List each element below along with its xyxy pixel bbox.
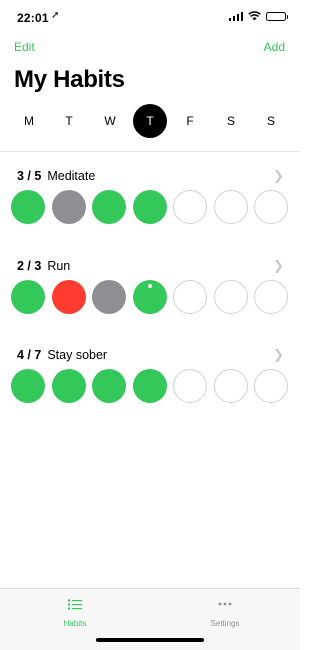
day-circle-sun-empty[interactable] <box>254 280 288 314</box>
day-wednesday[interactable]: W <box>93 104 127 138</box>
day-circle-sat-empty[interactable] <box>213 369 248 403</box>
edit-button[interactable]: Edit <box>14 40 35 54</box>
habit-row-meditate[interactable]: 3 / 5 Meditate ❯ <box>0 167 300 247</box>
day-circle-tue-done[interactable] <box>51 369 86 403</box>
day-selector: M T W T F S S <box>0 104 300 144</box>
day-tuesday[interactable]: T <box>52 104 86 138</box>
tab-habits[interactable]: Habits <box>35 597 115 628</box>
day-circle-mon-done[interactable] <box>11 369 45 403</box>
day-circle-wed-done[interactable] <box>92 190 126 224</box>
habit-row-run[interactable]: 2 / 3 Run ❯ <box>0 257 300 337</box>
day-circle-fri-empty[interactable] <box>173 369 207 403</box>
day-sunday[interactable]: S <box>254 104 288 138</box>
tab-habits-label: Habits <box>63 619 87 628</box>
habit-row-stay-sober[interactable]: 4 / 7 Stay sober ❯ <box>0 346 300 426</box>
habit-name: Stay sober <box>47 348 108 362</box>
day-circle-sat-empty[interactable] <box>213 190 248 224</box>
home-indicator <box>96 638 204 642</box>
day-circle-sat-empty[interactable] <box>213 280 248 314</box>
divider <box>0 151 300 152</box>
day-monday[interactable]: M <box>12 104 46 138</box>
status-bar: 22:01 ➚ <box>0 0 300 36</box>
day-circle-fri-empty[interactable] <box>173 190 207 224</box>
tab-settings-label: Settings <box>210 619 240 628</box>
chevron-right-icon[interactable]: ❯ <box>273 347 284 363</box>
day-thursday[interactable]: T <box>133 104 167 138</box>
day-circle-mon-done[interactable] <box>11 190 45 224</box>
ellipsis-icon <box>185 597 265 611</box>
day-circle-sun-empty[interactable] <box>254 190 288 224</box>
day-circle-sun-empty[interactable] <box>254 369 288 403</box>
habit-progress: 2 / 3 <box>17 259 42 273</box>
page-title: My Habits <box>14 66 125 93</box>
list-icon <box>35 597 115 611</box>
nav-bar: Edit Add <box>0 36 300 60</box>
day-circle-thu-done[interactable] <box>132 369 167 403</box>
day-circle-tue-fail[interactable] <box>51 280 86 314</box>
day-circle-thu-done[interactable] <box>132 280 167 314</box>
chevron-right-icon[interactable]: ❯ <box>273 168 284 184</box>
habit-name: Meditate <box>47 169 96 183</box>
habit-progress: 3 / 5 <box>17 169 42 183</box>
status-time: 22:01 <box>17 11 49 25</box>
day-circle-thu-done[interactable] <box>132 190 167 224</box>
day-friday[interactable]: F <box>173 104 207 138</box>
cellular-signal-icon <box>228 11 243 21</box>
day-circle-wed-skip[interactable] <box>92 280 126 314</box>
day-circle-wed-done[interactable] <box>92 369 126 403</box>
day-circle-tue-skip[interactable] <box>51 190 86 224</box>
day-circle-mon-done[interactable] <box>11 280 45 314</box>
location-arrow-icon: ➚ <box>51 10 60 21</box>
habit-progress: 4 / 7 <box>17 348 42 362</box>
day-circle-fri-empty[interactable] <box>173 280 207 314</box>
today-dot <box>147 284 152 288</box>
wifi-icon <box>248 11 261 21</box>
chevron-right-icon[interactable]: ❯ <box>273 258 284 274</box>
battery-icon <box>266 11 288 21</box>
habit-name: Run <box>47 259 71 273</box>
tab-settings[interactable]: Settings <box>185 597 265 628</box>
add-button[interactable]: Add <box>264 40 285 54</box>
day-saturday[interactable]: S <box>214 104 248 138</box>
